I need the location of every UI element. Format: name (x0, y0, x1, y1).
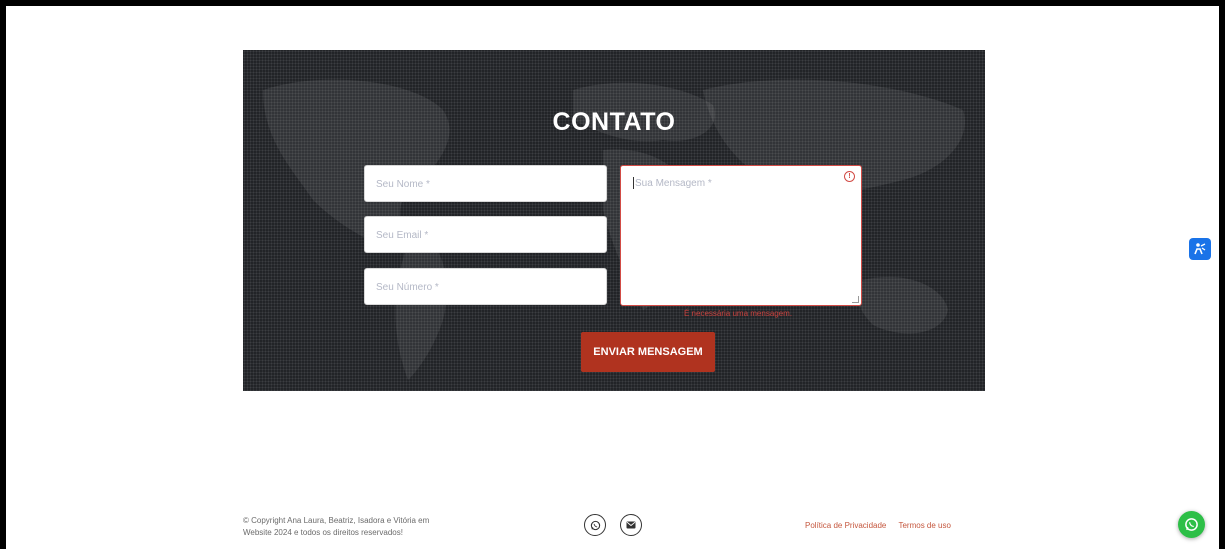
warning-icon: ! (844, 171, 855, 182)
contact-section: CONTATO Seu Nome * Seu Email * Seu Númer… (243, 50, 985, 391)
whatsapp-float-button[interactable] (1178, 511, 1205, 538)
message-placeholder: Sua Mensagem * (635, 178, 712, 189)
footer-links: Política de Privacidade Termos de uso (805, 521, 961, 530)
phone-input[interactable]: Seu Número * (364, 268, 607, 305)
copyright-line-2: Website 2024 e todos os direitos reserva… (243, 528, 403, 537)
message-error-text: É necessária uma mensagem. (684, 309, 793, 318)
name-placeholder: Seu Nome * (376, 179, 430, 190)
mail-icon (626, 521, 636, 529)
name-input[interactable]: Seu Nome * (364, 165, 607, 202)
resize-handle[interactable] (852, 296, 859, 303)
send-message-button[interactable]: ENVIAR MENSAGEM (581, 332, 715, 372)
accessibility-icon (1194, 243, 1206, 255)
email-input[interactable]: Seu Email * (364, 216, 607, 253)
accessibility-button[interactable] (1189, 238, 1211, 260)
footer-whatsapp-button[interactable] (584, 514, 606, 536)
text-caret (633, 177, 634, 190)
contact-title: CONTATO (552, 108, 676, 136)
message-textarea[interactable]: Sua Mensagem * ! (620, 165, 862, 306)
footer-copyright: © Copyright Ana Laura, Beatriz, Isadora … (243, 515, 429, 539)
whatsapp-icon (590, 520, 600, 530)
email-placeholder: Seu Email * (376, 230, 429, 241)
privacy-policy-link[interactable]: Política de Privacidade (805, 521, 886, 530)
copyright-line-1: © Copyright Ana Laura, Beatriz, Isadora … (243, 516, 430, 525)
footer-email-button[interactable] (620, 514, 642, 536)
whatsapp-icon (1185, 518, 1198, 531)
terms-of-use-link[interactable]: Termos de uso (898, 521, 950, 530)
phone-placeholder: Seu Número * (376, 282, 439, 293)
